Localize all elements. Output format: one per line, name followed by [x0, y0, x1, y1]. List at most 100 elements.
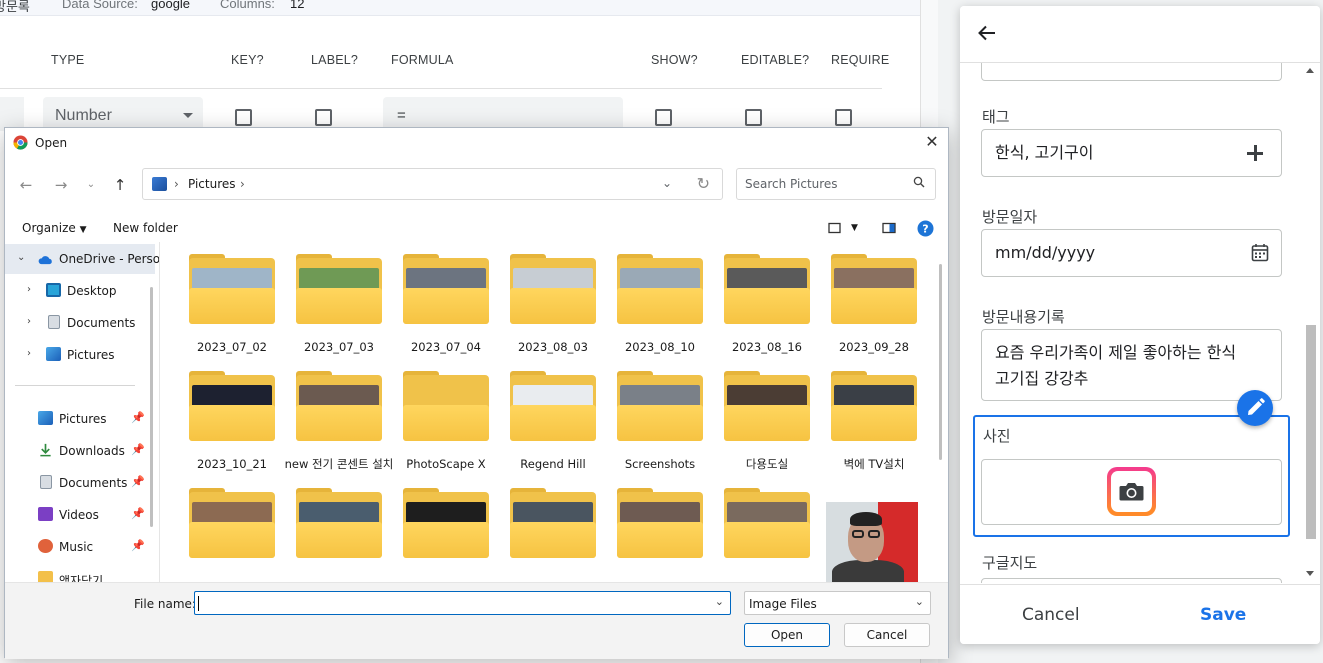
header-require: REQUIRE	[831, 53, 890, 67]
back-arrow-icon[interactable]	[977, 23, 997, 43]
folder-icon	[724, 371, 810, 445]
close-icon[interactable]: ✕	[916, 128, 948, 158]
expand-chevron-icon[interactable]: ›	[27, 348, 31, 359]
organize-menu[interactable]: Organize ▼	[22, 221, 87, 235]
folder-item[interactable]	[603, 484, 703, 582]
folder-item[interactable]: new 전기 콘센트 설치	[282, 367, 393, 485]
recent-locations-icon[interactable]: ⌄	[81, 175, 101, 195]
type-select[interactable]: Number	[43, 97, 203, 131]
photo-upload-area[interactable]	[981, 459, 1282, 525]
folder-name: 벽에 TV설치	[843, 457, 905, 471]
nav-label: Music	[59, 540, 94, 554]
scroll-thumb[interactable]	[1306, 325, 1316, 539]
grid-scrollbar[interactable]	[939, 264, 942, 460]
file-type-select[interactable]: Image Files ⌄	[744, 591, 931, 615]
header-label: LABEL?	[311, 53, 359, 67]
calendar-icon[interactable]	[1251, 243, 1269, 262]
show-checkbox[interactable]	[655, 109, 672, 126]
nav-item-onedrive[interactable]: ⌄ OneDrive - Personal	[5, 244, 159, 274]
nav-item-pictures[interactable]: › Pictures	[5, 340, 155, 370]
map-label: 구글지도	[982, 554, 1038, 572]
folder-item[interactable]: PhotoScape X	[389, 367, 489, 485]
search-box[interactable]: Search Pictures	[736, 168, 936, 200]
dialog-titlebar: Open ✕	[5, 128, 948, 158]
quick-access-videos[interactable]: Videos 📌	[5, 500, 155, 530]
image-thumbnail[interactable]	[826, 502, 918, 582]
new-folder-button[interactable]: New folder	[113, 221, 178, 235]
folder-item[interactable]: 2023_07_04	[389, 250, 489, 368]
editable-checkbox[interactable]	[745, 109, 762, 126]
name-cell[interactable]	[0, 97, 24, 131]
folder-icon	[403, 488, 489, 562]
camera-button[interactable]	[1107, 467, 1156, 516]
folder-item[interactable]	[710, 484, 810, 582]
nav-item-documents[interactable]: › Documents	[5, 308, 155, 338]
cancel-button[interactable]: Cancel	[844, 623, 930, 647]
chrome-icon	[13, 135, 28, 150]
file-name-dropdown-icon[interactable]: ⌄	[715, 595, 724, 608]
folder-item[interactable]	[389, 484, 489, 582]
pictures-icon	[46, 347, 61, 361]
map-field[interactable]	[981, 578, 1282, 583]
folder-item[interactable]	[282, 484, 382, 582]
formula-input[interactable]: =	[383, 97, 623, 131]
label-checkbox[interactable]	[315, 109, 332, 126]
address-bar[interactable]: › Pictures › ⌄ ↻	[142, 168, 723, 200]
folder-item[interactable]: 2023_10_21	[175, 367, 275, 485]
folder-item[interactable]: 2023_08_10	[603, 250, 703, 368]
folder-item[interactable]: Screenshots	[603, 367, 703, 485]
form-scrollbar[interactable]	[1304, 63, 1316, 583]
view-options-icon[interactable]	[828, 222, 842, 235]
collapse-chevron-icon[interactable]: ⌄	[17, 252, 25, 263]
folder-icon	[403, 371, 489, 445]
columns-label: Columns:	[220, 0, 275, 11]
form-footer: Cancel Save	[960, 584, 1320, 644]
folder-icon	[189, 254, 275, 328]
add-icon[interactable]	[1246, 144, 1264, 162]
formula-value: =	[397, 107, 406, 124]
quick-access-pictures[interactable]: Pictures 📌	[5, 404, 155, 434]
view-dropdown-icon[interactable]: ▼	[851, 223, 858, 233]
up-arrow-icon[interactable]: ↑	[110, 175, 130, 195]
address-dropdown-icon[interactable]: ⌄	[662, 176, 672, 190]
breadcrumb-chevron-icon[interactable]: ›	[240, 177, 245, 191]
key-checkbox[interactable]	[235, 109, 252, 126]
folder-item[interactable]: 2023_09_28	[817, 250, 917, 368]
back-arrow-icon[interactable]: ←	[16, 175, 36, 195]
folder-item[interactable]: 2023_08_03	[496, 250, 596, 368]
scroll-down-icon[interactable]	[1306, 571, 1314, 576]
previous-field[interactable]	[981, 63, 1282, 81]
file-name-input[interactable]: ⌄	[194, 591, 731, 615]
nav-label: Documents	[67, 316, 136, 330]
open-file-dialog: Open ✕ ← → ⌄ ↑ › Pictures › ⌄ ↻ Search P…	[4, 127, 949, 659]
expand-chevron-icon[interactable]: ›	[27, 284, 31, 295]
breadcrumb-pictures[interactable]: Pictures	[188, 177, 236, 191]
help-icon[interactable]: ?	[917, 220, 934, 237]
folder-item[interactable]	[175, 484, 275, 582]
require-checkbox[interactable]	[835, 109, 852, 126]
edit-button[interactable]	[1237, 390, 1273, 426]
folder-item[interactable]: 2023_07_03	[282, 250, 382, 368]
expand-chevron-icon[interactable]: ›	[27, 316, 31, 327]
quick-access-documents[interactable]: Documents 📌	[5, 468, 155, 498]
form-save-button[interactable]: Save	[1200, 605, 1246, 625]
tag-input[interactable]: 한식, 고기구이	[981, 129, 1282, 177]
quick-access-downloads[interactable]: Downloads 📌	[5, 436, 155, 466]
open-button[interactable]: Open	[744, 623, 830, 647]
folder-item[interactable]: 2023_07_02	[175, 250, 275, 368]
refresh-icon[interactable]: ↻	[697, 174, 710, 193]
folder-item[interactable]: 벽에 TV설치	[817, 367, 917, 485]
nav-item-desktop[interactable]: › Desktop	[5, 276, 155, 306]
folder-item[interactable]: Regend Hill	[496, 367, 596, 485]
quick-access-music[interactable]: Music 📌	[5, 532, 155, 562]
folder-item[interactable]: 다용도실	[710, 367, 810, 485]
nav-scrollbar[interactable]	[150, 287, 153, 527]
preview-pane-icon[interactable]	[882, 222, 897, 235]
folder-item[interactable]	[496, 484, 596, 582]
form-cancel-button[interactable]: Cancel	[1022, 605, 1080, 625]
scroll-up-icon[interactable]	[1306, 68, 1314, 73]
date-input[interactable]: mm/dd/yyyy	[981, 229, 1282, 277]
forward-arrow-icon[interactable]: →	[51, 175, 71, 195]
folder-item[interactable]: 2023_08_16	[710, 250, 810, 368]
quick-access-folder[interactable]: 액자담기	[5, 564, 155, 582]
